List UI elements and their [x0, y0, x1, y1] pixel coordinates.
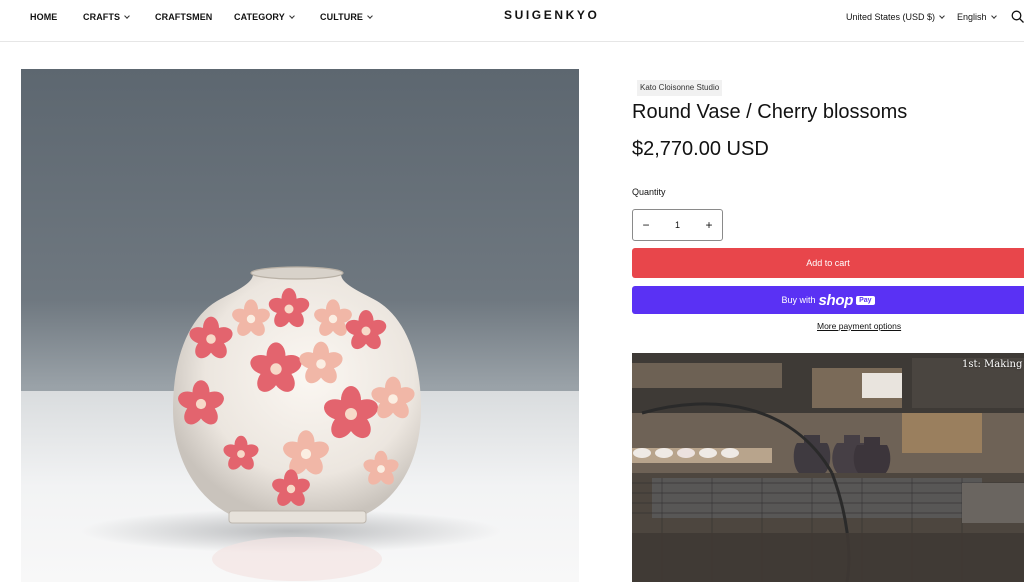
- chevron-down-icon: [939, 12, 945, 19]
- language-selector[interactable]: English: [957, 12, 997, 22]
- currency-label: United States (USD $): [846, 12, 936, 22]
- language-label: English: [957, 12, 987, 22]
- quantity-input[interactable]: 1: [659, 210, 696, 240]
- chevron-down-icon: [288, 12, 295, 19]
- pay-badge: Pay: [856, 295, 875, 305]
- nav-category[interactable]: CATEGORY: [234, 12, 295, 22]
- nav-culture-label: CULTURE: [320, 12, 364, 22]
- chevron-down-icon: [990, 12, 997, 19]
- product-title: Round Vase / Cherry blossoms: [632, 101, 908, 123]
- search-icon[interactable]: [1011, 10, 1024, 23]
- quantity-increase-button[interactable]: +: [696, 210, 722, 240]
- product-price: $2,770.00 USD: [632, 138, 769, 160]
- nav-culture[interactable]: CULTURE: [320, 12, 373, 22]
- buy-with-shop-pay-button[interactable]: Buy with shop Pay: [632, 286, 1024, 314]
- product-image[interactable]: [21, 69, 579, 582]
- nav-home[interactable]: HOME: [30, 12, 57, 22]
- more-payment-options-link[interactable]: More payment options: [817, 321, 901, 331]
- buy-with-label: Buy with: [781, 295, 816, 305]
- shop-logo-text: shop: [818, 291, 854, 309]
- workshop-video[interactable]: [632, 353, 1024, 582]
- nav-crafts-label: CRAFTS: [83, 12, 121, 22]
- site-header: HOME CRAFTS CRAFTSMEN CATEGORY CULTURE S…: [0, 0, 1024, 42]
- video-caption: 1st: Making: [962, 359, 1023, 370]
- nav-home-label: HOME: [30, 12, 58, 22]
- chevron-down-icon: [124, 12, 130, 19]
- minus-icon: −: [642, 218, 650, 232]
- nav-category-label: CATEGORY: [234, 12, 285, 22]
- plus-icon: +: [705, 218, 713, 232]
- quantity-stepper: − 1 +: [632, 209, 723, 241]
- currency-selector[interactable]: United States (USD $): [846, 12, 945, 22]
- nav-craftsmen-label: CRAFTSMEN: [155, 12, 213, 22]
- workshop-photo: [632, 353, 1024, 582]
- vendor-badge: Kato Cloisonne Studio: [637, 80, 723, 96]
- nav-craftsmen[interactable]: CRAFTSMEN: [155, 12, 212, 22]
- quantity-decrease-button[interactable]: −: [633, 210, 659, 240]
- vase-photo: [21, 69, 579, 582]
- chevron-down-icon: [367, 12, 373, 19]
- nav-crafts[interactable]: CRAFTS: [83, 12, 130, 22]
- add-to-cart-label: Add to cart: [806, 258, 850, 268]
- site-logo[interactable]: SUIGENKYO: [504, 8, 599, 22]
- quantity-label: Quantity: [632, 187, 666, 197]
- add-to-cart-button[interactable]: Add to cart: [632, 248, 1024, 278]
